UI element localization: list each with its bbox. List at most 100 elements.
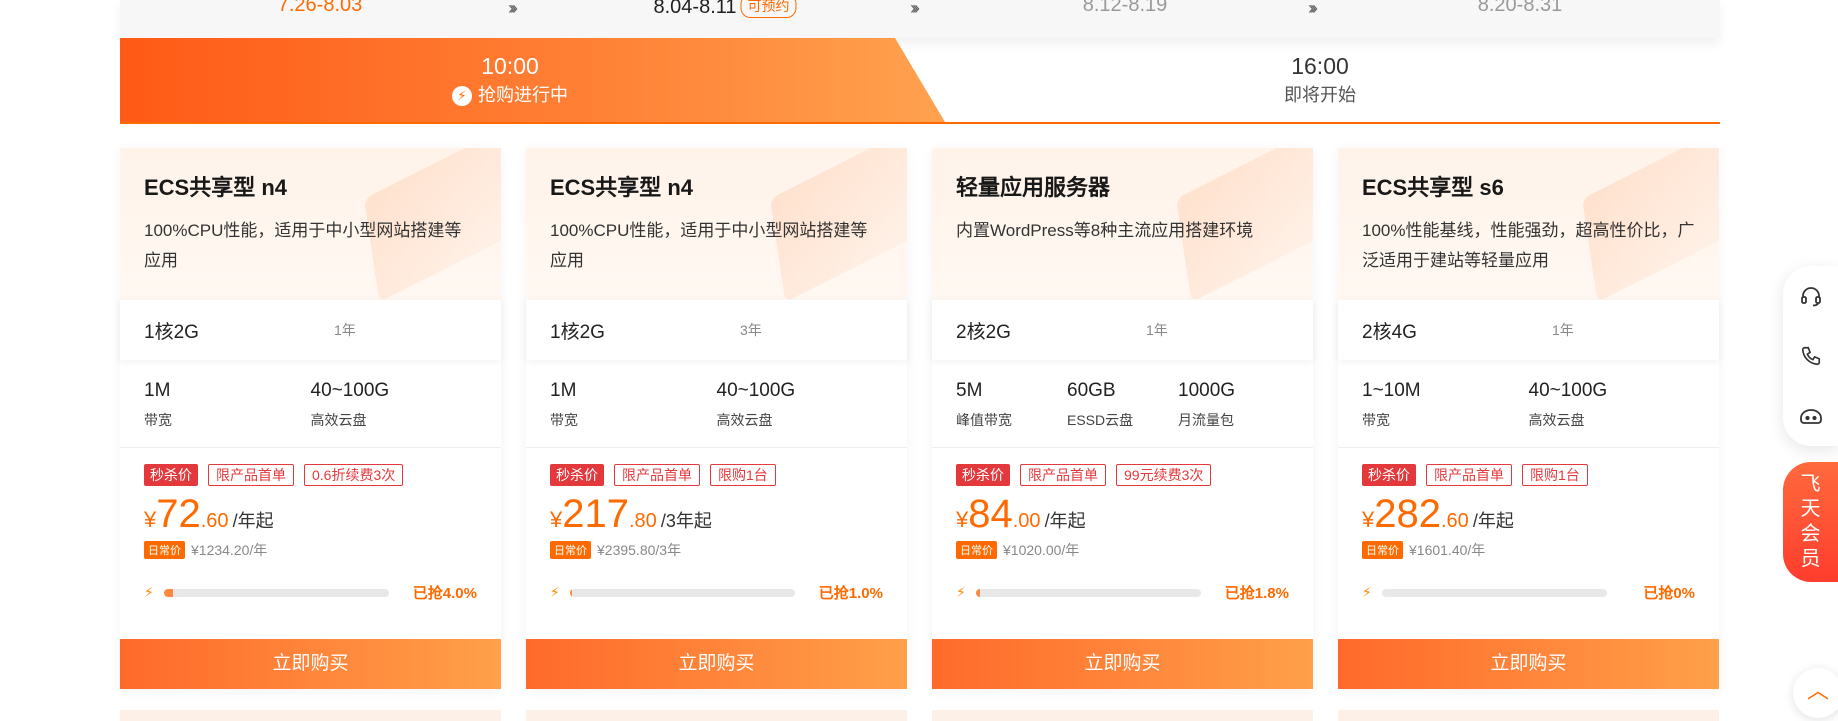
params-row: 1M 带宽 40~100G 高效云盘 bbox=[120, 360, 501, 448]
param-value: 40~100G bbox=[716, 380, 796, 401]
date-tab-3[interactable]: 8.12-8.19 bbox=[1083, 0, 1168, 17]
param-label: 带宽 bbox=[144, 412, 172, 428]
promo-tag: 99元续费3次 bbox=[1116, 464, 1212, 486]
time-tabs: 10:00 ⚡ 抢购进行中 16:00 即将开始 bbox=[120, 38, 1720, 124]
price-decimal: .00 bbox=[1012, 510, 1041, 532]
date-tab-1[interactable]: 7.26-8.03 bbox=[278, 0, 363, 17]
params-row: 5M 峰值带宽 60GB ESSD云盘 1000G 月流量包 bbox=[932, 360, 1313, 448]
buy-now-button[interactable]: 立即购买 bbox=[932, 639, 1313, 689]
param-value: 60GB bbox=[1067, 380, 1116, 401]
price-integer: 217 bbox=[562, 492, 629, 536]
lightning-icon: ⚡ bbox=[144, 584, 154, 600]
promo-tags: 秒杀价 限产品首单 99元续费3次 bbox=[956, 464, 1289, 486]
card-description: 100%CPU性能，适用于中小型网站搭建等应用 bbox=[550, 221, 868, 270]
time-tab-next[interactable]: 16:00 即将开始 bbox=[1060, 52, 1580, 108]
spec-row[interactable]: 2核2G 1年 bbox=[932, 300, 1313, 360]
member-button[interactable]: 飞天会员 bbox=[1783, 462, 1838, 582]
param: 1M 带宽 bbox=[144, 376, 311, 447]
buy-now-button[interactable]: 立即购买 bbox=[526, 639, 907, 689]
price-unit: /年起 bbox=[1472, 511, 1514, 531]
price-integer: 84 bbox=[968, 492, 1013, 536]
card-description: 100%CPU性能，适用于中小型网站搭建等应用 bbox=[144, 221, 462, 270]
headset-icon[interactable] bbox=[1783, 266, 1838, 326]
original-price-value: ¥1601.40/年 bbox=[1409, 542, 1486, 558]
time-tab-active[interactable]: 10:00 ⚡ 抢购进行中 bbox=[120, 38, 945, 122]
phone-icon[interactable] bbox=[1783, 326, 1838, 386]
grabbed-percent: 已抢0% bbox=[1643, 585, 1695, 602]
spec-config: 2核4G bbox=[1362, 321, 1417, 343]
card-header: 轻量应用服务器 内置WordPress等8种主流应用搭建环境 bbox=[932, 148, 1313, 300]
price-integer: 282 bbox=[1374, 492, 1441, 536]
price-unit: /年起 bbox=[232, 511, 274, 531]
param: 1M 带宽 bbox=[550, 376, 717, 447]
promo-tag: 秒杀价 bbox=[144, 464, 198, 486]
chevron-right-icon: ››› bbox=[1308, 0, 1318, 18]
progress-row: ⚡ 已抢1.0% bbox=[550, 582, 883, 603]
next-row-card bbox=[932, 710, 1313, 721]
price-currency: ¥ bbox=[956, 507, 969, 532]
price-currency: ¥ bbox=[550, 507, 563, 532]
param-label: 带宽 bbox=[550, 412, 578, 428]
spec-row[interactable]: 1核2G 1年 bbox=[120, 300, 501, 360]
progress-row: ⚡ 已抢1.8% bbox=[956, 582, 1289, 603]
param-value: 40~100G bbox=[310, 380, 390, 401]
param: 1~10M 带宽 bbox=[1362, 376, 1529, 447]
param-label: 月流量包 bbox=[1178, 412, 1234, 428]
tab-status: 即将开始 bbox=[1284, 85, 1356, 105]
price: ¥217.80/3年起 bbox=[550, 492, 883, 536]
tab-underline bbox=[120, 122, 1720, 124]
progress-bar bbox=[164, 588, 389, 597]
lightning-icon: ⚡ bbox=[956, 584, 966, 600]
date-tab-4[interactable]: 8.20-8.31 bbox=[1478, 0, 1563, 17]
price-box: 秒杀价 限产品首单 99元续费3次 ¥84.00/年起 日常价 ¥1020.00/年 … bbox=[932, 448, 1313, 603]
progress-fill bbox=[164, 588, 173, 597]
next-row-card bbox=[526, 710, 907, 721]
date-tab-2[interactable]: 8.04-8.11 可预约 bbox=[653, 0, 797, 19]
price-decimal: .80 bbox=[629, 510, 657, 532]
lightning-icon: ⚡ bbox=[452, 86, 472, 106]
product-card: ECS共享型 n4 100%CPU性能，适用于中小型网站搭建等应用 1核2G 1… bbox=[120, 148, 501, 689]
member-char: 天 bbox=[1800, 498, 1821, 520]
param: 40~100G 高效云盘 bbox=[717, 376, 884, 447]
price: ¥84.00/年起 bbox=[956, 492, 1289, 536]
back-to-top-button[interactable]: ︿ bbox=[1793, 668, 1838, 718]
spec-config: 1核2G bbox=[144, 321, 199, 343]
original-price-value: ¥2395.80/3年 bbox=[597, 542, 682, 558]
promo-tag: 限产品首单 bbox=[208, 464, 294, 486]
card-description: 100%性能基线，性能强劲，超高性价比，广泛适用于建站等轻量应用 bbox=[1362, 221, 1695, 270]
original-price: 日常价 ¥1020.00/年 bbox=[956, 540, 1289, 560]
buy-now-button[interactable]: 立即购买 bbox=[1338, 639, 1719, 689]
promo-tag: 秒杀价 bbox=[1362, 464, 1416, 486]
spec-config: 1核2G bbox=[550, 321, 605, 343]
product-card: ECS共享型 n4 100%CPU性能，适用于中小型网站搭建等应用 1核2G 3… bbox=[526, 148, 907, 689]
promo-tag: 限产品首单 bbox=[1020, 464, 1106, 486]
price: ¥72.60/年起 bbox=[144, 492, 477, 536]
param-label: 峰值带宽 bbox=[956, 412, 1012, 428]
grabbed-percent: 已抢1.0% bbox=[818, 585, 883, 602]
spec-term: 1年 bbox=[1552, 322, 1574, 338]
card-header: ECS共享型 n4 100%CPU性能，适用于中小型网站搭建等应用 bbox=[526, 148, 907, 300]
reservable-tag: 可预约 bbox=[740, 0, 797, 18]
param-value: 1M bbox=[550, 380, 577, 401]
param-value: 1~10M bbox=[1362, 380, 1421, 401]
price-integer: 72 bbox=[156, 492, 201, 536]
spec-row[interactable]: 2核4G 1年 bbox=[1338, 300, 1719, 360]
spec-term: 1年 bbox=[334, 322, 356, 338]
chevron-up-icon: ︿ bbox=[1806, 678, 1829, 703]
lightning-icon: ⚡ bbox=[550, 584, 560, 600]
buy-now-button[interactable]: 立即购买 bbox=[120, 639, 501, 689]
original-price-value: ¥1020.00/年 bbox=[1003, 542, 1080, 558]
spec-row[interactable]: 1核2G 3年 bbox=[526, 300, 907, 360]
params-row: 1M 带宽 40~100G 高效云盘 bbox=[526, 360, 907, 448]
chevron-right-icon: ››› bbox=[508, 0, 518, 18]
param-label: 高效云盘 bbox=[310, 412, 367, 428]
robot-icon[interactable] bbox=[1783, 386, 1838, 446]
param-label: 高效云盘 bbox=[716, 412, 773, 428]
product-card: ECS共享型 s6 100%性能基线，性能强劲，超高性价比，广泛适用于建站等轻量… bbox=[1338, 148, 1719, 689]
price-unit: /3年起 bbox=[660, 511, 712, 531]
progress-bar bbox=[570, 588, 795, 597]
promo-tags: 秒杀价 限产品首单 0.6折续费3次 bbox=[144, 464, 477, 486]
spec-term: 1年 bbox=[1146, 322, 1168, 338]
next-row-card bbox=[1338, 710, 1719, 721]
spec-term: 3年 bbox=[740, 322, 762, 338]
